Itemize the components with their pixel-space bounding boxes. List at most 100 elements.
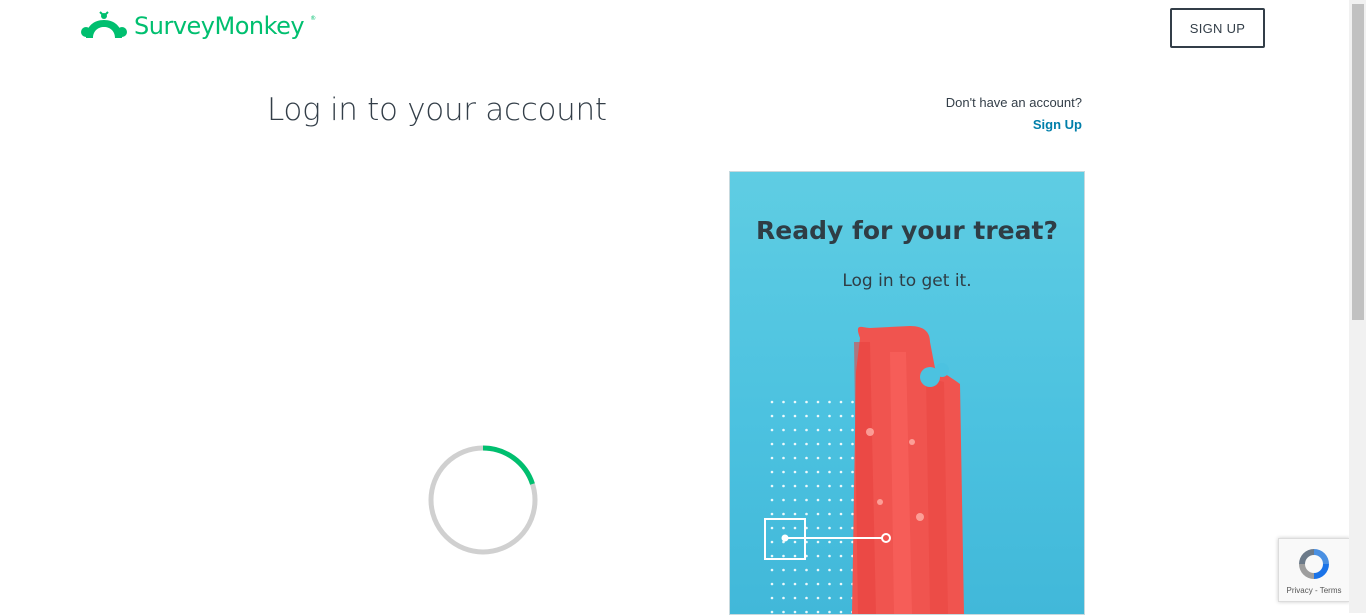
grid-dot — [851, 400, 854, 404]
grid-dot — [816, 484, 820, 488]
grid-dot — [839, 512, 843, 516]
sign-up-link[interactable]: Sign Up — [1033, 117, 1082, 132]
grid-dot — [828, 568, 831, 572]
grid-dot — [816, 470, 820, 474]
grid-dot — [828, 554, 831, 558]
terms-link[interactable]: Terms — [1320, 586, 1342, 595]
grid-dot — [793, 414, 797, 418]
grid-dot — [828, 414, 831, 418]
brand-name: SurveyMonkey — [134, 12, 305, 40]
grid-dot — [816, 414, 820, 418]
sign-up-button[interactable]: SIGN UP — [1170, 8, 1265, 48]
grid-dot — [770, 526, 774, 530]
grid-dot — [793, 400, 797, 404]
grid-dot — [805, 470, 808, 474]
grid-dot — [816, 582, 820, 586]
grid-dot — [793, 456, 797, 460]
promo-title: Ready for your treat? — [756, 216, 1058, 245]
grid-dot — [839, 526, 843, 530]
grid-dot — [770, 414, 774, 418]
registered-mark: ® — [310, 14, 317, 22]
grid-dot — [805, 484, 808, 488]
grid-dot — [828, 484, 831, 488]
grid-dot — [816, 512, 820, 516]
grid-dot — [782, 554, 785, 558]
grid-dot — [782, 498, 785, 502]
grid-dot — [793, 512, 797, 516]
grid-dot — [805, 596, 808, 600]
grid-dot — [770, 582, 774, 586]
grid-dot — [770, 470, 774, 474]
grid-dot — [805, 582, 808, 586]
grid-dot — [770, 442, 774, 446]
page-title: Log in to your account — [267, 92, 607, 128]
grid-dot — [782, 484, 785, 488]
grid-dot — [770, 554, 774, 558]
grid-dot — [851, 484, 854, 488]
grid-dot — [793, 442, 797, 446]
grid-dot — [805, 442, 808, 446]
scrollbar-thumb[interactable] — [1352, 4, 1364, 320]
grid-dot — [851, 498, 854, 502]
grid-dot — [851, 414, 854, 418]
grid-dot — [770, 498, 774, 502]
loading-spinner-icon — [428, 445, 538, 555]
grid-dot — [805, 568, 808, 572]
grid-dot — [839, 456, 843, 460]
grid-dot — [851, 456, 854, 460]
grid-dot — [839, 484, 843, 488]
grid-dot — [851, 428, 854, 432]
grid-dot — [793, 568, 797, 572]
no-account-text: Don't have an account? — [945, 95, 1082, 110]
grid-dot — [851, 512, 854, 516]
promo-subtitle: Log in to get it. — [842, 271, 972, 291]
grid-dot — [816, 442, 820, 446]
grid-dot — [816, 568, 820, 572]
grid-dot — [839, 568, 843, 572]
grid-dot — [793, 470, 797, 474]
grid-dot — [828, 456, 831, 460]
grid-dot — [793, 484, 797, 488]
grid-dot — [782, 568, 785, 572]
grid-dot — [828, 400, 831, 404]
grid-dot — [816, 596, 820, 600]
grid-dot — [828, 470, 831, 474]
promo-panel: Ready for your treat? Log in to get it. — [729, 171, 1085, 615]
grid-dot — [782, 428, 785, 432]
grid-dot — [782, 582, 785, 586]
grid-dot — [770, 456, 774, 460]
grid-dot — [828, 442, 831, 446]
grid-dot — [839, 428, 843, 432]
grid-dot — [793, 498, 797, 502]
grid-dot — [851, 470, 854, 474]
grid-dot — [839, 442, 843, 446]
grid-dot — [851, 442, 854, 446]
grid-dot — [805, 498, 808, 502]
grid-dot — [770, 568, 774, 572]
grid-dot — [839, 414, 843, 418]
privacy-link[interactable]: Privacy — [1287, 586, 1313, 595]
grid-dot — [828, 498, 831, 502]
grid-dot — [805, 400, 808, 404]
grid-dot — [816, 540, 820, 544]
grid-dot — [782, 456, 785, 460]
grid-dot — [782, 512, 785, 516]
grid-dot — [770, 540, 774, 544]
grid-dot — [770, 428, 774, 432]
grid-dot — [816, 400, 820, 404]
surveymonkey-logo[interactable]: SurveyMonkey ® — [80, 8, 316, 44]
grid-dot — [805, 512, 808, 516]
recaptcha-links: Privacy - Terms — [1287, 586, 1342, 595]
recaptcha-icon — [1299, 549, 1329, 579]
grid-dot — [782, 596, 785, 600]
grid-dot — [839, 596, 843, 600]
vertical-scrollbar[interactable] — [1349, 0, 1366, 613]
monkey-logo-icon — [81, 11, 127, 38]
grid-dot — [793, 428, 797, 432]
recaptcha-badge[interactable]: Privacy - Terms — [1278, 538, 1350, 602]
grid-dot — [782, 442, 785, 446]
grid-dot — [805, 428, 808, 432]
grid-dot — [839, 540, 843, 544]
grid-dot — [805, 456, 808, 460]
grid-dot — [828, 512, 831, 516]
